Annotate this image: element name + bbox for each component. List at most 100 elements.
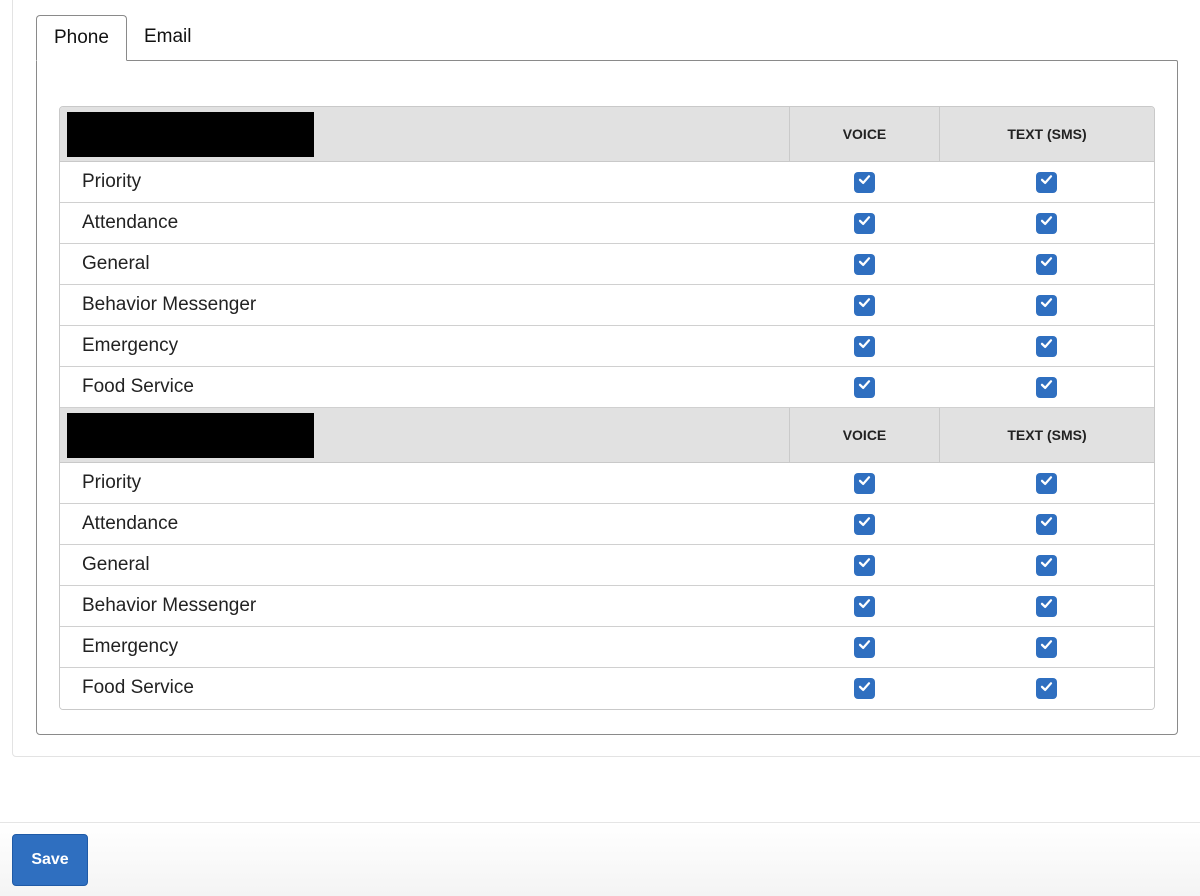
text-sms-checkbox[interactable] [1036, 212, 1057, 234]
checkmark-icon [1039, 555, 1054, 575]
voice-checkbox[interactable] [853, 253, 875, 275]
voice-checkbox[interactable] [853, 376, 875, 398]
text-sms-cell [939, 285, 1154, 325]
voice-checkbox[interactable] [853, 212, 875, 234]
voice-cell [789, 203, 939, 243]
voice-checkbox[interactable] [853, 678, 875, 699]
text-sms-checkbox[interactable] [1036, 636, 1057, 658]
checkmark-icon [1039, 596, 1054, 616]
voice-cell [789, 586, 939, 626]
checkmark-icon [857, 637, 872, 657]
text-sms-cell [939, 162, 1154, 202]
text-sms-checkbox[interactable] [1036, 678, 1057, 699]
text-sms-cell [939, 668, 1154, 709]
notification-type-label: Attendance [82, 212, 179, 233]
text-sms-checkbox[interactable] [1036, 513, 1057, 535]
checkmark-icon [1039, 637, 1054, 657]
voice-checkbox[interactable] [853, 171, 875, 193]
column-header-text-sms: TEXT (SMS) [939, 107, 1154, 161]
table-row: General [60, 244, 1154, 285]
notification-type-label: Priority [82, 171, 142, 192]
table-row: Behavior Messenger [60, 285, 1154, 326]
text-sms-checkbox[interactable] [1036, 294, 1057, 316]
notification-type-label: Behavior Messenger [82, 294, 257, 315]
table-row: Attendance [60, 504, 1154, 545]
text-sms-cell [939, 463, 1154, 503]
voice-cell [789, 244, 939, 284]
voice-cell [789, 627, 939, 667]
checkmark-icon [857, 555, 872, 575]
notification-preferences-table: VOICE TEXT (SMS) Priority Attendance General… [59, 106, 1155, 710]
checkmark-icon [857, 336, 872, 356]
tab-bar: Phone Email [36, 15, 208, 61]
checkmark-icon [857, 473, 872, 493]
voice-cell [789, 504, 939, 544]
tab-phone[interactable]: Phone [36, 15, 127, 61]
table-row: Emergency [60, 627, 1154, 668]
notification-type-label: Priority [82, 472, 142, 493]
voice-cell [789, 463, 939, 503]
notification-type-label: Emergency [82, 335, 179, 356]
checkmark-icon [1039, 172, 1054, 192]
voice-cell [789, 668, 939, 709]
column-header-voice: VOICE [789, 408, 939, 462]
checkmark-icon [857, 213, 872, 233]
table-row: General [60, 545, 1154, 586]
text-sms-checkbox[interactable] [1036, 335, 1057, 357]
voice-cell [789, 162, 939, 202]
text-sms-cell [939, 504, 1154, 544]
table-row: Emergency [60, 326, 1154, 367]
text-sms-checkbox[interactable] [1036, 554, 1057, 576]
phone-tab-panel: VOICE TEXT (SMS) Priority Attendance General… [36, 60, 1178, 735]
checkmark-icon [1039, 679, 1054, 699]
footer-bar [0, 823, 1200, 896]
text-sms-cell [939, 627, 1154, 667]
text-sms-checkbox[interactable] [1036, 472, 1057, 494]
checkmark-icon [1039, 213, 1054, 233]
text-sms-cell [939, 203, 1154, 243]
voice-checkbox[interactable] [853, 294, 875, 316]
voice-checkbox[interactable] [853, 472, 875, 494]
text-sms-cell [939, 244, 1154, 284]
notification-type-label: Food Service [82, 677, 194, 698]
voice-cell [789, 326, 939, 366]
notification-type-label: Attendance [82, 513, 179, 534]
text-sms-checkbox[interactable] [1036, 253, 1057, 275]
group-header: VOICE TEXT (SMS) [60, 107, 1154, 162]
text-sms-cell [939, 586, 1154, 626]
checkmark-icon [1039, 473, 1054, 493]
voice-cell [789, 545, 939, 585]
checkmark-icon [1039, 254, 1054, 274]
group-header: VOICE TEXT (SMS) [60, 408, 1154, 463]
voice-checkbox[interactable] [853, 595, 875, 617]
text-sms-checkbox[interactable] [1036, 595, 1057, 617]
save-button[interactable]: Save [12, 834, 88, 886]
table-row: Behavior Messenger [60, 586, 1154, 627]
notification-type-label: Food Service [82, 376, 194, 397]
checkmark-icon [857, 596, 872, 616]
redacted-name-block [67, 112, 314, 157]
checkmark-icon [857, 254, 872, 274]
table-row: Priority [60, 463, 1154, 504]
voice-checkbox[interactable] [853, 554, 875, 576]
table-row: Food Service [60, 367, 1154, 408]
checkmark-icon [1039, 514, 1054, 534]
voice-checkbox[interactable] [853, 335, 875, 357]
text-sms-checkbox[interactable] [1036, 376, 1057, 398]
text-sms-checkbox[interactable] [1036, 171, 1057, 193]
redacted-name-block [67, 413, 314, 458]
group-name-cell [60, 107, 789, 161]
tab-email[interactable]: Email [127, 15, 209, 61]
voice-checkbox[interactable] [853, 513, 875, 535]
table-row: Attendance [60, 203, 1154, 244]
notification-type-label: General [82, 253, 150, 274]
table-row: Priority [60, 162, 1154, 203]
column-header-voice: VOICE [789, 107, 939, 161]
checkmark-icon [1039, 336, 1054, 356]
notification-type-label: Behavior Messenger [82, 595, 257, 616]
checkmark-icon [857, 295, 872, 315]
text-sms-cell [939, 545, 1154, 585]
table-row: Food Service [60, 668, 1154, 709]
checkmark-icon [857, 377, 872, 397]
voice-checkbox[interactable] [853, 636, 875, 658]
